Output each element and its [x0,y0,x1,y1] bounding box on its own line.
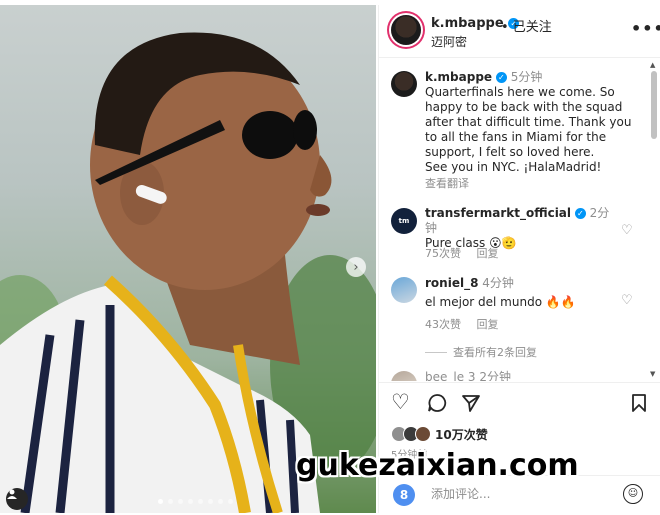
see-translation-link[interactable]: 查看翻译 [425,175,469,191]
comment-meta: 75次赞 回复 [425,245,511,261]
comment-text: el mejor del mundo 🔥🔥 [425,295,576,309]
share-icon[interactable] [461,393,481,418]
post-location[interactable]: 迈阿密 [431,33,467,50]
commenter-avatar[interactable]: tm [391,208,417,234]
current-user-avatar: 8 [393,484,415,506]
likes-summary[interactable]: 10万次赞 [391,425,488,443]
user-icon [7,489,17,499]
carousel-dot [188,499,193,504]
caption-time: 5分钟 [510,70,543,84]
comment-username[interactable]: transfermarkt_official [425,206,571,220]
comment-like-icon[interactable]: ♡ [621,223,633,238]
commenter-avatar[interactable] [391,277,417,303]
carousel-dot [178,499,183,504]
view-replies-link[interactable]: 查看所有2条回复 [425,344,537,360]
commenter-avatar[interactable] [391,371,417,381]
comment-meta: 43次赞 回复 [425,316,511,332]
comment-likes[interactable]: 75次赞 [425,247,461,260]
next-photo-button[interactable]: › [346,257,366,277]
comment-likes[interactable]: 43次赞 [425,318,461,331]
view-replies-text[interactable]: 查看所有2条回复 [453,346,537,359]
post-photo[interactable]: › [0,5,376,513]
likes-count[interactable]: 10万次赞 [435,426,488,443]
comment-input[interactable] [429,486,603,502]
scroll-down-arrow-icon[interactable]: ▼ [650,370,655,378]
caption: k.mbappe ✓ 5分钟 Quarterfinals here we com… [425,70,639,175]
follow-status[interactable]: • 已关注 [501,16,552,35]
post-sidebar: k.mbappe ✓ • 已关注 迈阿密 ••• k.mbappe ✓ 5分钟 … [378,5,660,513]
reply-button[interactable]: 回复 [477,247,499,260]
caption-username[interactable]: k.mbappe [425,70,492,84]
partial-comment: bee_le 3 2分钟 [425,370,511,381]
post-header: k.mbappe ✓ • 已关注 迈阿密 ••• [379,5,660,58]
carousel-dots [158,499,233,504]
comment-like-icon[interactable]: ♡ [621,293,633,308]
instagram-post-modal: › k.mbappe ✓ • 已关注 迈阿密 ••• [0,0,660,513]
caption-text: Quarterfinals here we come. So happy to … [425,85,632,174]
scrollbar-thumb[interactable] [651,71,657,139]
carousel-dot [208,499,213,504]
emoji-icon[interactable]: ☺ [623,484,643,504]
tagged-users-button[interactable] [6,488,28,510]
photo-illustration [0,32,376,513]
like-icon[interactable]: ♡ [391,390,410,414]
watermark-text: gukezaixian.com [296,448,579,483]
reply-button[interactable]: 回复 [477,318,499,331]
carousel-dot [198,499,203,504]
scroll-up-arrow-icon[interactable]: ▲ [650,61,655,69]
verified-badge-icon: ✓ [495,72,507,83]
author-username-text[interactable]: k.mbappe [431,16,504,31]
more-options-icon[interactable]: ••• [631,19,660,38]
liker-avatar [415,426,431,442]
carousel-dot [218,499,223,504]
verified-badge-icon: ✓ [574,208,586,219]
comment: roniel_8 4分钟 el mejor del mundo 🔥🔥 [425,276,615,310]
save-icon[interactable] [631,393,647,418]
comment-time: 4分钟 [482,276,514,290]
author-avatar[interactable] [391,15,421,45]
comment-username[interactable]: roniel_8 [425,276,478,290]
carousel-dot [228,499,233,504]
comments-list: k.mbappe ✓ 5分钟 Quarterfinals here we com… [379,58,660,381]
caption-avatar[interactable] [391,71,417,97]
carousel-dot [158,499,163,504]
replies-divider [425,352,447,353]
comment-icon[interactable] [427,393,447,418]
comments-scrollbar[interactable]: ▲ ▼ [650,61,658,379]
carousel-dot [168,499,173,504]
